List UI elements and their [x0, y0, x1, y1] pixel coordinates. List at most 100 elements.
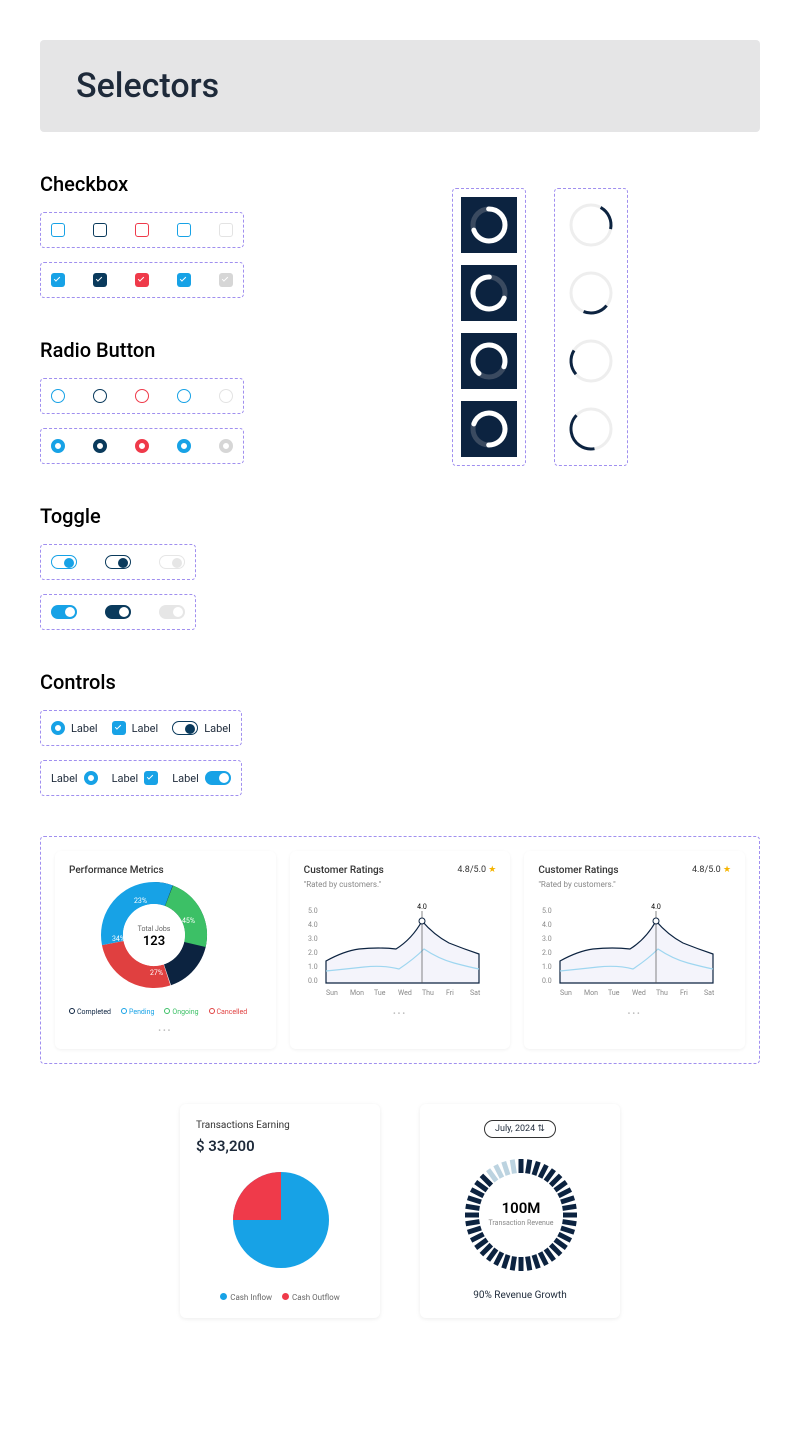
checkbox-icon: [112, 721, 126, 735]
radio-fill-lightblue2[interactable]: [177, 439, 191, 453]
svg-text:Tue: Tue: [374, 989, 386, 997]
perf-card: Performance Metrics Total Jobs 123 45% 2…: [55, 851, 276, 1049]
trans-title: Transactions Earning: [196, 1120, 364, 1131]
rev-growth: 90% Revenue Growth: [436, 1290, 604, 1301]
control-toggle-right[interactable]: Label: [172, 771, 231, 785]
svg-text:5.0: 5.0: [542, 907, 552, 915]
radio-fill-lightblue[interactable]: [51, 439, 65, 453]
svg-text:Wed: Wed: [632, 989, 646, 997]
svg-text:3.0: 3.0: [542, 935, 552, 943]
carousel-dots[interactable]: •••: [304, 1009, 497, 1018]
checkbox-fill-red[interactable]: [135, 273, 149, 287]
rating-chart: 5.04.03.02.01.00.0 4.0 SunMonTueWedThuFr…: [304, 899, 484, 999]
svg-text:4.0: 4.0: [417, 903, 427, 911]
rating-chart: 5.04.03.02.01.00.0 4.0 SunMonTueWedThuFr…: [538, 899, 718, 999]
spinner-light-3: [563, 333, 619, 389]
svg-text:Mon: Mon: [350, 989, 364, 997]
control-toggle-left[interactable]: Label: [172, 721, 231, 735]
toggle-off-darkblue[interactable]: [105, 555, 131, 569]
perf-donut: Total Jobs 123 45% 27% 34% 23%: [69, 880, 239, 1000]
radio-icon: [51, 721, 65, 735]
svg-text:34%: 34%: [112, 935, 125, 943]
svg-text:2.0: 2.0: [308, 949, 318, 957]
spinner-light-4: [563, 401, 619, 457]
checkbox-outline-red[interactable]: [135, 223, 149, 237]
toggle-off-lightblue[interactable]: [51, 555, 77, 569]
checkbox-section: Checkbox: [40, 172, 760, 298]
perf-legend: Completed Pending Ongoing Cancelled: [69, 1008, 262, 1016]
control-checkbox-right[interactable]: Label: [112, 771, 159, 785]
toggle-off-grey[interactable]: [159, 555, 185, 569]
control-label: Label: [172, 772, 199, 785]
radio-icon: [84, 771, 98, 785]
svg-text:23%: 23%: [134, 897, 147, 905]
svg-text:3.0: 3.0: [308, 935, 318, 943]
spinner-light-col: [554, 188, 628, 466]
toggle-section: Toggle: [40, 504, 760, 630]
svg-text:4.0: 4.0: [308, 921, 318, 929]
rev-card: July, 2024 ⇅ 100M Transaction Revenue 90…: [420, 1104, 620, 1318]
control-radio-left[interactable]: Label: [51, 721, 98, 735]
control-radio-right[interactable]: Label: [51, 771, 98, 785]
svg-text:Sun: Sun: [560, 989, 572, 997]
svg-text:Wed: Wed: [398, 989, 412, 997]
control-label: Label: [71, 722, 98, 735]
control-label: Label: [112, 772, 139, 785]
radio-section: Radio Button: [40, 338, 760, 464]
star-icon: ★: [723, 865, 731, 875]
controls-left-row: Label Label Label: [40, 710, 242, 746]
carousel-dots[interactable]: •••: [538, 1009, 731, 1018]
perf-title: Performance Metrics: [69, 865, 262, 876]
spinner-dark-3: [461, 333, 517, 389]
control-label: Label: [132, 722, 159, 735]
svg-text:Thu: Thu: [656, 989, 668, 997]
radio-outline-lightblue[interactable]: [51, 389, 65, 403]
calendar-icon: ⇅: [537, 1124, 545, 1134]
radio-outline-red[interactable]: [135, 389, 149, 403]
rating-card-2: Customer Ratings "Rated by customers." 4…: [524, 851, 745, 1049]
trans-pie: [196, 1165, 366, 1285]
date-badge[interactable]: July, 2024 ⇅: [484, 1120, 556, 1138]
radio-fill-grey[interactable]: [219, 439, 233, 453]
controls-section: Controls Label Label Label Label Label L…: [40, 670, 760, 796]
svg-text:Transaction Revenue: Transaction Revenue: [489, 1219, 554, 1227]
checkbox-fill-grey[interactable]: [219, 273, 233, 287]
svg-text:Tue: Tue: [608, 989, 620, 997]
controls-heading: Controls: [40, 670, 760, 694]
perf-center-value: 123: [143, 934, 165, 949]
radio-heading: Radio Button: [40, 338, 760, 362]
checkbox-fill-lightblue[interactable]: [51, 273, 65, 287]
page-header: Selectors: [40, 40, 760, 132]
toggle-on-lightblue[interactable]: [51, 605, 77, 619]
control-checkbox-left[interactable]: Label: [112, 721, 159, 735]
checkbox-outline-lightblue[interactable]: [51, 223, 65, 237]
page-title: Selectors: [76, 66, 724, 106]
toggle-icon: [172, 721, 198, 735]
checkbox-icon: [144, 771, 158, 785]
svg-text:1.0: 1.0: [308, 963, 318, 971]
carousel-dots[interactable]: •••: [69, 1026, 262, 1035]
checkbox-outline-grey[interactable]: [219, 223, 233, 237]
rating-sub: "Rated by customers.": [304, 880, 497, 889]
svg-text:5.0: 5.0: [308, 907, 318, 915]
radio-fill-red[interactable]: [135, 439, 149, 453]
radio-outline-grey[interactable]: [219, 389, 233, 403]
svg-text:1.0: 1.0: [542, 963, 552, 971]
svg-text:Fri: Fri: [680, 989, 688, 997]
radio-outline-lightblue2[interactable]: [177, 389, 191, 403]
svg-text:0.0: 0.0: [542, 977, 552, 985]
checkbox-outline-darkblue[interactable]: [93, 223, 107, 237]
checkbox-outline-lightblue2[interactable]: [177, 223, 191, 237]
toggle-on-grey[interactable]: [159, 605, 185, 619]
radio-fill-darkblue[interactable]: [93, 439, 107, 453]
svg-text:Sat: Sat: [704, 989, 715, 997]
trans-value: $ 33,200: [196, 1137, 364, 1155]
checkbox-fill-lightblue2[interactable]: [177, 273, 191, 287]
checkbox-fill-darkblue[interactable]: [93, 273, 107, 287]
control-label: Label: [51, 772, 78, 785]
spinner-area: [452, 188, 628, 466]
toggle-on-darkblue[interactable]: [105, 605, 131, 619]
svg-text:Sun: Sun: [326, 989, 338, 997]
bottom-cards: Transactions Earning $ 33,200 Cash Inflo…: [40, 1104, 760, 1318]
radio-outline-darkblue[interactable]: [93, 389, 107, 403]
